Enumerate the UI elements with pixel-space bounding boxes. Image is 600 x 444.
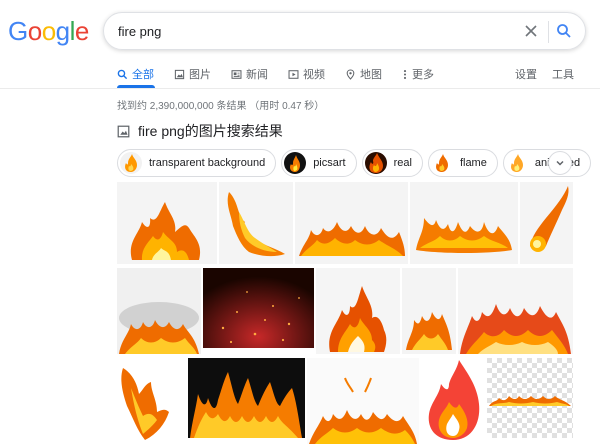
image-result[interactable] [295,182,408,264]
image-result[interactable] [316,268,400,354]
image-result[interactable] [458,268,573,354]
tab-label: 新闻 [246,69,268,81]
logo-letter: o [27,16,42,46]
image-icon [174,69,185,79]
chip-flame[interactable]: flame [427,149,498,177]
image-result[interactable] [307,358,419,444]
chip-label: picsart [313,157,346,169]
logo-letter: G [8,16,28,46]
tab-maps[interactable]: 地图 [345,66,382,82]
image-result[interactable] [117,358,186,444]
chip-transparent-background[interactable]: transparent background [117,149,277,177]
image-result[interactable] [219,182,293,264]
tools-link[interactable]: 工具 [552,66,574,82]
image-result[interactable] [117,268,201,354]
tab-all[interactable]: 全部 [117,66,154,82]
search-box[interactable] [103,12,586,50]
image-heading-text: fire png的图片搜索结果 [138,123,283,139]
video-icon [288,69,299,79]
header-divider [0,88,600,89]
chips-more-button[interactable] [548,151,572,175]
clear-icon[interactable] [522,22,540,40]
chip-animated[interactable]: animated [502,149,592,177]
tab-videos[interactable]: 视频 [288,66,325,82]
image-result[interactable] [402,268,456,354]
tab-label: 全部 [132,69,154,81]
more-vert-icon [403,69,407,79]
search-icon[interactable] [556,23,572,39]
image-result[interactable] [421,358,485,444]
chip-label: transparent background [149,157,266,169]
image-result[interactable] [117,182,217,264]
tab-news[interactable]: 新闻 [231,66,268,82]
tab-label: 图片 [189,69,211,81]
search-input[interactable] [118,23,498,39]
chip-thumbnail [284,152,307,174]
tab-label: 视频 [303,69,325,81]
map-pin-icon [346,69,355,80]
image-result[interactable] [410,182,518,264]
image-result[interactable] [188,358,305,444]
refinement-chips: transparent background picsart real flam… [117,149,596,177]
tab-label: 地图 [360,69,382,81]
search-icon [117,69,128,79]
settings-link[interactable]: 设置 [515,66,537,82]
search-tabs: 全部 图片 新闻 视频 地图 更多 [117,66,454,82]
chip-thumbnail [430,152,453,174]
chip-picsart[interactable]: picsart [281,149,357,177]
chevron-down-icon [556,160,564,166]
image-result[interactable] [520,182,573,264]
news-icon [231,69,242,79]
tab-images[interactable]: 图片 [174,66,211,82]
google-logo[interactable]: Google [8,16,89,47]
image-results-heading[interactable]: fire png的图片搜索结果 [117,121,283,141]
chip-label: real [393,157,412,169]
tab-more[interactable]: 更多 [402,66,434,82]
logo-letter: g [55,16,70,46]
chip-thumbnail [505,152,528,174]
chip-thumbnail [364,152,387,174]
tab-label: 更多 [412,69,434,81]
logo-letter: o [41,16,56,46]
search-divider [548,21,549,43]
image-icon [117,125,130,137]
image-result[interactable] [203,268,314,354]
chip-label: flame [459,157,487,169]
result-stats: 找到约 2,390,000,000 条结果 （用时 0.47 秒） [117,101,325,112]
chip-thumbnail [120,152,142,174]
image-result[interactable] [487,358,573,444]
logo-letter: e [74,16,89,46]
chip-real[interactable]: real [361,149,423,177]
